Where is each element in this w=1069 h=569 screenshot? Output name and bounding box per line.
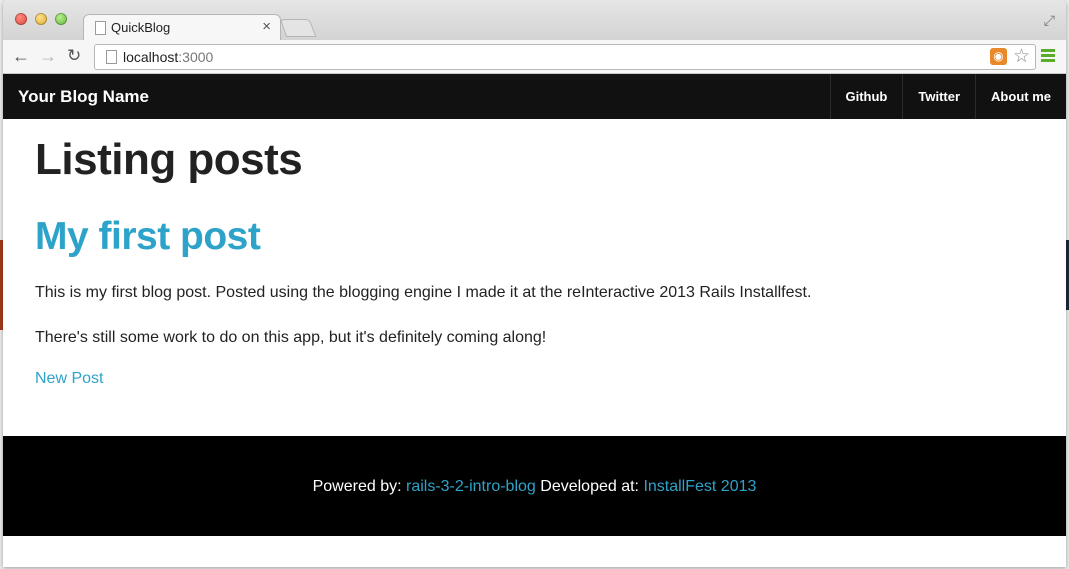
tab-quickblog[interactable]: QuickBlog × xyxy=(83,14,281,42)
minimize-window-button[interactable] xyxy=(35,13,47,25)
rss-icon[interactable]: ◉ xyxy=(990,48,1007,65)
close-window-button[interactable] xyxy=(15,13,27,25)
bookmark-star-icon[interactable]: ☆ xyxy=(1013,45,1030,68)
post-paragraph: There's still some work to do on this ap… xyxy=(35,329,547,346)
fullscreen-icon[interactable]: ⤢ xyxy=(1044,12,1055,29)
page-icon xyxy=(106,50,117,64)
close-tab-icon[interactable]: × xyxy=(262,18,271,35)
address-bar[interactable]: localhost:3000 ◉ ☆ xyxy=(94,44,1036,70)
nav-link-twitter[interactable]: Twitter xyxy=(902,74,975,119)
site-footer: Powered by: rails-3-2-intro-blog Develop… xyxy=(3,436,1066,536)
new-post-link[interactable]: New Post xyxy=(35,370,103,388)
forward-button[interactable]: → xyxy=(39,45,57,67)
nav-link-about-me[interactable]: About me xyxy=(975,74,1066,119)
tab-title: QuickBlog xyxy=(111,20,171,35)
post-paragraph: This is my first blog post. Posted using… xyxy=(35,284,812,301)
url-host: localhost xyxy=(123,49,179,65)
new-tab-button[interactable] xyxy=(279,19,317,37)
footer-credits: Powered by: rails-3-2-intro-blog Develop… xyxy=(3,478,1066,496)
url-port: :3000 xyxy=(178,49,214,65)
web-page: Your Blog Name Github Twitter About me L… xyxy=(3,74,1066,567)
browser-toolbar: ← → ↻ localhost:3000 ◉ ☆ xyxy=(3,40,1066,74)
tab-strip: QuickBlog × ⤢ xyxy=(3,0,1066,42)
back-button[interactable]: ← xyxy=(12,45,30,67)
zoom-window-button[interactable] xyxy=(55,13,67,25)
installfest-link[interactable]: InstallFest 2013 xyxy=(643,478,756,495)
nav-link-github[interactable]: Github xyxy=(829,74,903,119)
site-brand-link[interactable]: Your Blog Name xyxy=(18,87,149,107)
url-text[interactable]: localhost:3000 xyxy=(123,49,213,65)
reload-button[interactable]: ↻ xyxy=(67,45,81,67)
page-title: Listing posts xyxy=(35,135,303,184)
navbar-links: Github Twitter About me xyxy=(829,74,1067,119)
site-navbar: Your Blog Name Github Twitter About me xyxy=(3,74,1066,119)
browser-menu-icon[interactable] xyxy=(1041,49,1055,63)
browser-window: QuickBlog × ⤢ ← → ↻ localhost:3000 ◉ ☆ Y… xyxy=(3,0,1066,567)
powered-by-label: Powered by: xyxy=(312,478,406,495)
developed-at-label: Developed at: xyxy=(535,478,644,495)
post-title-link[interactable]: My first post xyxy=(35,215,261,259)
page-icon xyxy=(95,21,106,35)
rails-blog-link[interactable]: rails-3-2-intro-blog xyxy=(406,478,536,495)
